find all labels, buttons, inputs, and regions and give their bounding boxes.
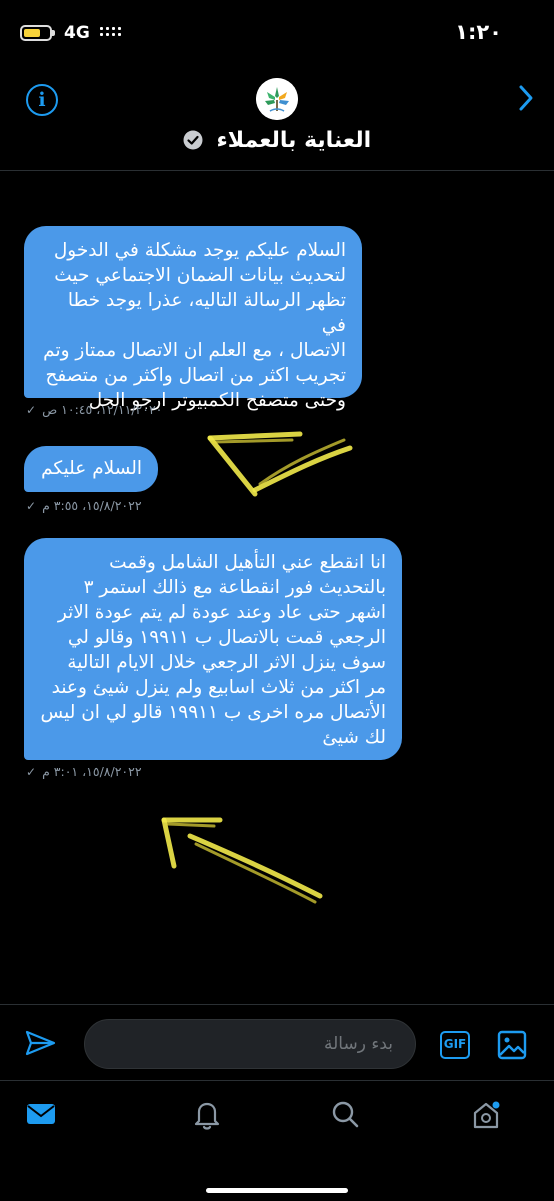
battery-icon xyxy=(20,25,55,41)
annotation-arrow xyxy=(161,817,323,904)
message-bubble[interactable]: السلام عليكم xyxy=(24,446,158,492)
bottom-tab-bar xyxy=(0,1080,554,1201)
sent-check-icon: ✓ xyxy=(26,764,37,779)
verified-badge-icon xyxy=(183,130,203,150)
home-indicator xyxy=(206,1188,348,1193)
message-input-placeholder: بدء رسالة xyxy=(324,1034,393,1054)
send-icon[interactable] xyxy=(24,1029,56,1061)
status-bar: 4G ١:٢٠ xyxy=(0,0,554,66)
message-timestamp: ١٥/٨/٢٠٢٢، ٣:٠١ م xyxy=(42,764,142,779)
message-input[interactable]: بدء رسالة xyxy=(84,1019,416,1069)
message-composer: بدء رسالة GIF xyxy=(0,1004,554,1081)
message-meta: ١٥/٨/٢٠٢٢، ٣:٥٥ م ✓ xyxy=(26,498,142,513)
signal-icon xyxy=(100,25,122,41)
chevron-right-icon[interactable] xyxy=(518,84,534,116)
avatar[interactable] xyxy=(256,78,298,120)
contact-name: العناية بالعملاء xyxy=(216,128,372,153)
contact-name-row[interactable]: العناية بالعملاء xyxy=(0,128,554,153)
message-text: انا انقطع عني التأهيل الشامل وقمت بالتحد… xyxy=(40,552,386,748)
home-icon[interactable] xyxy=(468,1097,502,1131)
message-text: السلام عليكم يوجد مشكلة في الدخول لتحديث… xyxy=(43,240,346,411)
ministry-logo xyxy=(256,78,298,120)
sent-check-icon: ✓ xyxy=(26,402,37,417)
messages-icon[interactable] xyxy=(24,1097,58,1131)
message-meta: ١٢/١١/٢٠٢٠، ١٠:٤٥ ص ✓ xyxy=(26,402,162,417)
message-bubble[interactable]: انا انقطع عني التأهيل الشامل وقمت بالتحد… xyxy=(24,538,402,760)
image-icon[interactable] xyxy=(496,1029,528,1065)
info-icon[interactable]: i xyxy=(26,84,58,116)
network-type: 4G xyxy=(64,23,90,43)
gif-icon[interactable]: GIF xyxy=(440,1031,470,1059)
search-icon[interactable] xyxy=(328,1097,362,1131)
message-timestamp: ١٢/١١/٢٠٢٠، ١٠:٤٥ ص xyxy=(42,402,163,417)
message-meta: ١٥/٨/٢٠٢٢، ٣:٠١ م ✓ xyxy=(26,764,142,779)
status-time: ١:٢٠ xyxy=(455,20,502,44)
message-timestamp: ١٥/٨/٢٠٢٢، ٣:٥٥ م xyxy=(42,498,142,513)
notifications-icon[interactable] xyxy=(190,1097,224,1131)
message-bubble[interactable]: السلام عليكم يوجد مشكلة في الدخول لتحديث… xyxy=(24,226,362,411)
annotation-arrow xyxy=(207,431,353,497)
sent-check-icon: ✓ xyxy=(26,498,37,513)
conversation-header: i العناية بالعملاء xyxy=(0,66,554,171)
message-text: السلام عليكم xyxy=(41,458,142,479)
